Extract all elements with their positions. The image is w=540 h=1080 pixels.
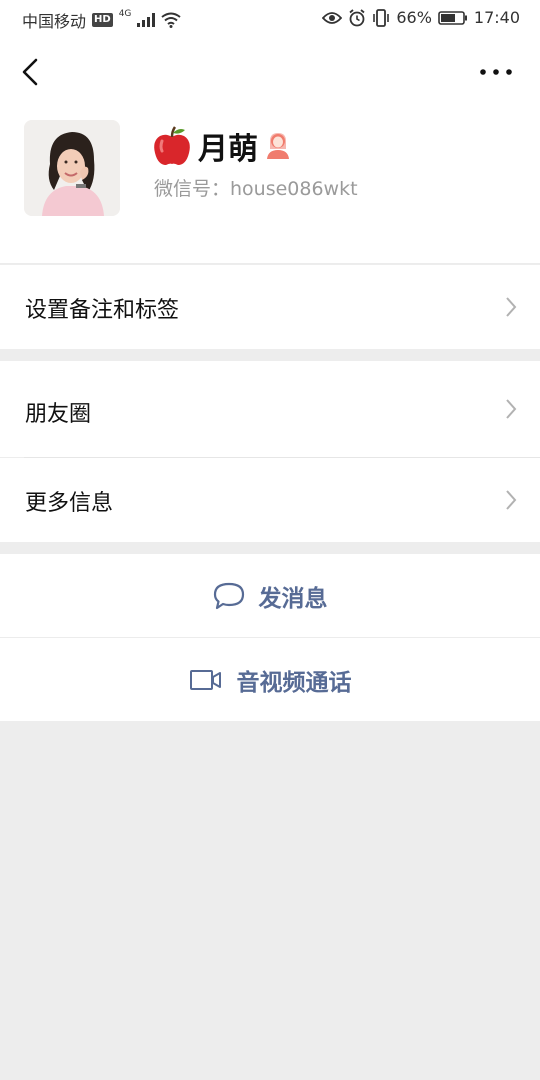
nav-bar	[0, 36, 540, 110]
battery-percent: 66%	[396, 8, 432, 27]
clock-time: 17:40	[473, 8, 520, 27]
send-message-button[interactable]: 发消息	[0, 554, 540, 637]
moments-label: 朋友圈	[25, 402, 92, 427]
vibrate-icon	[373, 8, 390, 27]
battery-icon	[438, 10, 467, 25]
avatar[interactable]	[24, 120, 120, 216]
female-icon	[267, 133, 289, 159]
more-info-label: 更多信息	[25, 491, 114, 516]
remark-tags-label: 设置备注和标签	[25, 298, 180, 323]
wechat-id: 微信号：house086wkt	[154, 178, 358, 200]
avatar-photo	[24, 120, 120, 216]
chat-bubble-icon	[213, 582, 244, 609]
signal-icon	[137, 13, 156, 27]
more-options-button[interactable]	[476, 58, 516, 86]
contact-name: 月萌	[198, 132, 258, 167]
hd-badge: HD	[92, 13, 113, 27]
carrier-name: 中国移动	[22, 12, 87, 31]
remark-tags-row[interactable]: 设置备注和标签	[0, 265, 540, 349]
profile-header: 月萌 微信号：house086wkt	[0, 110, 540, 264]
chevron-right-icon	[506, 490, 517, 510]
alarm-icon	[349, 8, 365, 26]
eye-icon	[322, 11, 343, 24]
video-camera-icon	[189, 669, 221, 690]
chevron-right-icon	[506, 399, 517, 419]
more-info-row[interactable]: 更多信息	[0, 458, 540, 542]
network-type: 4G	[118, 9, 132, 19]
moments-row[interactable]: 朋友圈	[0, 361, 540, 457]
wifi-icon	[161, 12, 182, 28]
chevron-right-icon	[506, 297, 517, 317]
back-button[interactable]	[14, 54, 46, 90]
status-bar: 中国移动 HD 4G 66% 17:40	[0, 0, 540, 36]
av-call-button[interactable]: 音视频通话	[0, 638, 540, 721]
apple-icon	[154, 126, 190, 165]
name-row: 月萌	[152, 124, 292, 168]
send-message-label: 发消息	[258, 585, 328, 612]
av-call-label: 音视频通话	[236, 669, 352, 696]
